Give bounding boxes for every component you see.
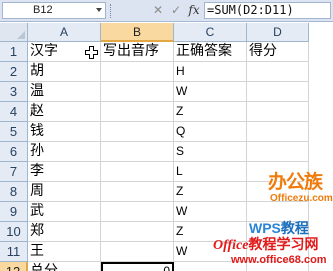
name-box[interactable]: B12 [2, 2, 106, 19]
cell-c2[interactable]: H [174, 62, 247, 82]
office68-watermark: Office教程学习网 www.office68.com [213, 237, 331, 269]
wps-tutorial-watermark: WPS教程 [249, 219, 329, 237]
column-header-b[interactable]: B [101, 23, 174, 42]
row-header-5[interactable]: 5 [0, 122, 28, 142]
formula-bar-separator [110, 4, 112, 18]
cell-b1[interactable]: 写出音序 [101, 42, 174, 62]
row-header-4[interactable]: 4 [0, 102, 28, 122]
office68-watermark-url: www.office68.com [231, 254, 327, 266]
cell-b9[interactable] [101, 202, 174, 222]
enter-icon[interactable]: ✓ [168, 2, 184, 19]
cell-b5[interactable] [101, 122, 174, 142]
cell-c3[interactable]: W [174, 82, 247, 102]
cell-b7[interactable] [101, 162, 174, 182]
wps-watermark-en: WPS [249, 220, 281, 236]
officezu-logo-url: Officezu.com [270, 193, 333, 204]
cell-a2[interactable]: 胡 [28, 62, 101, 82]
cell-b6[interactable] [101, 142, 174, 162]
cell-a3[interactable]: 温 [28, 82, 101, 102]
row-header-9[interactable]: 9 [0, 202, 28, 222]
cell-b2[interactable] [101, 62, 174, 82]
cell-d3[interactable] [247, 82, 309, 102]
office68-watermark-title: Office教程学习网 [213, 237, 319, 254]
office68-watermark-cn: 教程学习网 [248, 237, 319, 253]
cell-a9[interactable]: 武 [28, 202, 101, 222]
row-header-3[interactable]: 3 [0, 82, 28, 102]
name-box-value: B12 [33, 4, 53, 16]
cell-d5[interactable] [247, 122, 309, 142]
cell-c7[interactable]: L [174, 162, 247, 182]
row-header-1[interactable]: 1 [0, 42, 28, 62]
cell-d2[interactable] [247, 62, 309, 82]
cell-c5[interactable]: Q [174, 122, 247, 142]
office68-watermark-en: Office [213, 238, 249, 253]
cell-b12[interactable]: 0 [101, 262, 174, 271]
row-header-11[interactable]: 11 [0, 242, 28, 262]
wps-watermark-cn: 教程 [280, 221, 309, 237]
row-header-7[interactable]: 7 [0, 162, 28, 182]
cell-c6[interactable]: S [174, 142, 247, 162]
cell-c9[interactable]: W [174, 202, 247, 222]
cell-d4[interactable] [247, 102, 309, 122]
cell-d1[interactable]: 得分 [247, 42, 309, 62]
column-header-a[interactable]: A [28, 23, 101, 42]
chevron-down-icon[interactable] [96, 8, 102, 12]
cell-c1[interactable]: 正确答案 [174, 42, 247, 62]
insert-function-button[interactable]: fx [186, 2, 202, 19]
cell-a4[interactable]: 赵 [28, 102, 101, 122]
cell-select-cursor-icon [85, 46, 98, 59]
row-header-10[interactable]: 10 [0, 222, 28, 242]
cell-a12[interactable]: 总分 [28, 262, 101, 271]
cell-a7[interactable]: 李 [28, 162, 101, 182]
cell-b8[interactable] [101, 182, 174, 202]
officezu-logo: 办公族 Officezu.com [268, 171, 333, 211]
cell-c4[interactable]: Z [174, 102, 247, 122]
row-header-12[interactable]: 12 [0, 262, 28, 271]
cell-d6[interactable] [247, 142, 309, 162]
select-all-triangle-icon [17, 31, 25, 39]
officezu-logo-text: 办公族 [268, 171, 323, 193]
cancel-icon[interactable]: ✕ [150, 2, 166, 19]
cell-b10[interactable] [101, 222, 174, 242]
cell-a5[interactable]: 钱 [28, 122, 101, 142]
cell-a10[interactable]: 郑 [28, 222, 101, 242]
column-header-c[interactable]: C [174, 23, 247, 42]
column-header-d[interactable]: D [247, 23, 309, 42]
row-header-2[interactable]: 2 [0, 62, 28, 82]
formula-text: =SUM(D2:D11) [207, 3, 294, 17]
cell-a11[interactable]: 王 [28, 242, 101, 262]
cell-b3[interactable] [101, 82, 174, 102]
cell-b11[interactable] [101, 242, 174, 262]
formula-bar: B12 ✕ ✓ fx =SUM(D2:D11) [0, 0, 333, 22]
cell-a8[interactable]: 周 [28, 182, 101, 202]
cell-b4[interactable] [101, 102, 174, 122]
row-header-8[interactable]: 8 [0, 182, 28, 202]
select-all-button[interactable] [0, 23, 28, 42]
formula-input[interactable]: =SUM(D2:D11) [204, 2, 331, 19]
row-header-6[interactable]: 6 [0, 142, 28, 162]
cell-c8[interactable]: Z [174, 182, 247, 202]
cell-a6[interactable]: 孙 [28, 142, 101, 162]
